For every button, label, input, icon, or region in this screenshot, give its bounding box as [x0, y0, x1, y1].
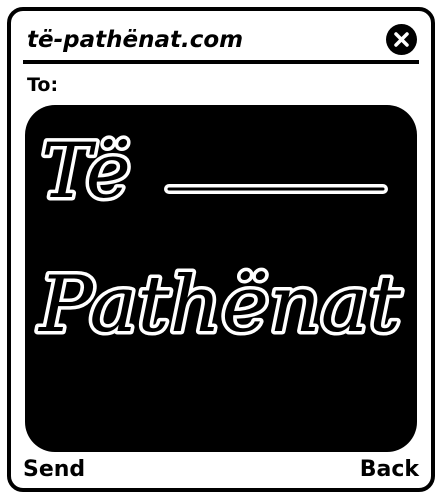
message-line-1-inner: Të — [41, 126, 131, 215]
handwritten-message: Të Të Pathënat Pathënat — [33, 123, 405, 354]
header-divider — [23, 60, 419, 64]
header: të-pathënat.com — [23, 23, 419, 57]
close-icon — [394, 32, 409, 47]
send-button[interactable]: Send — [23, 454, 85, 486]
footer: Send Back — [11, 454, 431, 486]
postcard-window: të-pathënat.com To: Të Të Pathënat Pathë… — [7, 7, 435, 492]
site-title: të-pathënat.com — [27, 27, 244, 53]
close-button[interactable] — [386, 24, 417, 55]
to-label: To: — [27, 74, 59, 96]
message-line-2-inner: Pathënat — [37, 260, 402, 350]
back-button[interactable]: Back — [360, 454, 419, 486]
message-area[interactable]: Të Të Pathënat Pathënat — [25, 105, 417, 452]
